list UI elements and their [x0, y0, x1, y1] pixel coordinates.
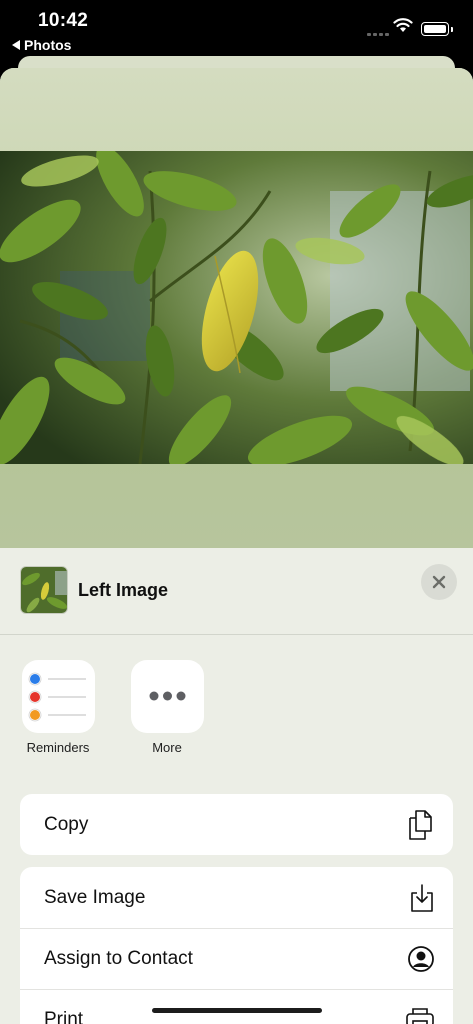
cellular-signal-icon	[367, 33, 389, 36]
action-group-copy: Copy	[20, 794, 453, 855]
image-thumbnail	[20, 566, 68, 614]
action-label: Assign to Contact	[44, 948, 193, 969]
share-sheet-card: Left Image Reminders More Copy Save Imag…	[0, 68, 473, 1024]
copy-action[interactable]: Copy	[20, 794, 453, 855]
action-label: Save Image	[44, 886, 146, 908]
home-indicator[interactable]	[152, 1008, 322, 1013]
image-preview-area	[0, 68, 473, 548]
status-bar: 10:42 Photos	[0, 0, 473, 58]
app-reminders[interactable]: Reminders	[13, 660, 103, 755]
close-icon	[432, 575, 446, 589]
app-label: Reminders	[26, 740, 90, 755]
wifi-icon	[393, 18, 413, 32]
action-group-main: Save Image Assign to Contact Print	[20, 867, 453, 1024]
share-sheet-header: Left Image	[0, 548, 473, 635]
app-more[interactable]: More	[122, 660, 212, 755]
action-label: Print	[44, 1009, 84, 1024]
status-time: 10:42	[38, 10, 89, 31]
back-app-label: Photos	[24, 37, 72, 53]
print-icon	[406, 1008, 434, 1024]
battery-icon	[421, 22, 453, 36]
close-button[interactable]	[421, 564, 457, 600]
sheet-title: Left Image	[78, 580, 169, 600]
back-arrow-icon	[12, 40, 20, 50]
back-to-app-button[interactable]: Photos	[12, 37, 71, 53]
assign-to-contact-action[interactable]: Assign to Contact	[20, 928, 453, 989]
more-icon	[130, 660, 204, 733]
leaf-photo	[0, 151, 473, 464]
save-image-action[interactable]: Save Image	[20, 867, 453, 928]
copy-icon	[409, 809, 432, 840]
print-action[interactable]: Print	[20, 989, 453, 1024]
share-sheet: Left Image Reminders More Copy Save Imag…	[0, 548, 473, 1024]
reminders-icon	[21, 660, 95, 733]
contact-icon	[408, 946, 434, 972]
app-row: Reminders More	[0, 660, 473, 760]
action-label: Copy	[44, 813, 89, 835]
app-label: More	[152, 740, 182, 755]
save-image-icon	[411, 883, 433, 912]
